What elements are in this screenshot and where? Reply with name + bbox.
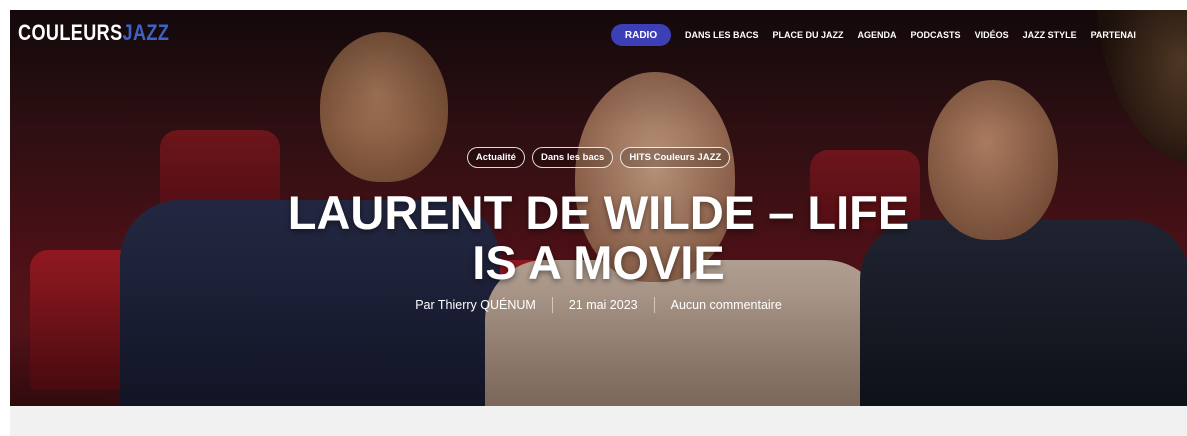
nav-item-partenaires[interactable]: PARTENAI xyxy=(1091,30,1136,40)
tag-dans-les-bacs[interactable]: Dans les bacs xyxy=(531,147,614,168)
nav-item-agenda[interactable]: AGENDA xyxy=(858,30,897,40)
logo-text-accent: JAZZ xyxy=(122,20,170,45)
tag-actualite[interactable]: Actualité xyxy=(466,147,525,168)
category-tags: Actualité Dans les bacs HITS Couleurs JA… xyxy=(10,147,1187,168)
nav-item-podcasts[interactable]: PODCASTS xyxy=(911,30,961,40)
meta-divider xyxy=(551,297,553,313)
nav-item-jazz-style[interactable]: JAZZ STYLE xyxy=(1023,30,1077,40)
radio-button[interactable]: RADIO xyxy=(611,24,671,46)
article-meta: Par Thierry QUÉNUM 21 mai 2023 Aucun com… xyxy=(10,297,1187,313)
comments-link[interactable]: Aucun commentaire xyxy=(671,298,782,312)
author-link[interactable]: Par Thierry QUÉNUM xyxy=(415,298,536,312)
meta-divider xyxy=(653,297,655,313)
nav-item-videos[interactable]: VIDÉOS xyxy=(975,30,1009,40)
hero-banner: COULEURSJAZZ RADIO DANS LES BACS PLACE D… xyxy=(10,10,1187,406)
content-area-top xyxy=(10,406,1187,436)
nav-item-place-du-jazz[interactable]: PLACE DU JAZZ xyxy=(773,30,844,40)
title-line-1: LAURENT DE WILDE – LIFE xyxy=(287,186,910,239)
site-logo[interactable]: COULEURSJAZZ xyxy=(18,20,169,46)
title-line-2: IS A MOVIE xyxy=(472,236,725,289)
main-nav: RADIO DANS LES BACS PLACE DU JAZZ AGENDA… xyxy=(611,24,1150,46)
page-frame: COULEURSJAZZ RADIO DANS LES BACS PLACE D… xyxy=(10,10,1187,436)
tag-hits-couleurs-jazz[interactable]: HITS Couleurs JAZZ xyxy=(620,147,731,168)
logo-text-main: COULEURS xyxy=(18,20,123,45)
publish-date: 21 mai 2023 xyxy=(568,298,638,312)
nav-item-dans-les-bacs[interactable]: DANS LES BACS xyxy=(685,30,759,40)
article-title: LAURENT DE WILDE – LIFE IS A MOVIE xyxy=(10,188,1187,288)
